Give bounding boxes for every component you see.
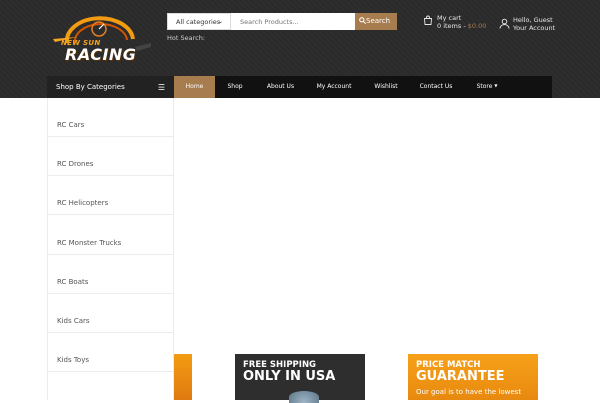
- cart-title: My cart: [437, 14, 462, 22]
- price-match-subtitle: GUARANTEE: [416, 369, 505, 384]
- category-item-kids-toys[interactable]: Kids Toys: [48, 333, 174, 372]
- free-shipping-banner[interactable]: FREE SHIPPING ONLY IN USA: [235, 354, 365, 403]
- site-logo[interactable]: NEW SUN RACING: [47, 13, 153, 65]
- nav-item-home[interactable]: Home: [174, 76, 215, 98]
- shopping-bag-icon: [424, 15, 432, 25]
- category-item-rc-boats[interactable]: RC Boats: [48, 255, 174, 294]
- account-menu[interactable]: Hello, Guest Your Account: [499, 16, 559, 36]
- category-select-label: All categories: [176, 18, 221, 26]
- cart-items-count: 0 items -: [437, 22, 468, 30]
- shop-by-categories-label: Shop By Categories: [56, 83, 125, 91]
- account-greeting: Hello, Guest: [513, 16, 553, 24]
- category-item-rc-helicopters[interactable]: RC Helicopters: [48, 176, 174, 215]
- logo-text-main-b: ING: [102, 45, 137, 64]
- globe-icon: [289, 391, 319, 403]
- category-sidebar: RC Cars RC Drones RC Helicopters RC Mons…: [47, 98, 174, 400]
- hamburger-menu-icon: ☰: [157, 83, 165, 92]
- mini-cart[interactable]: My cart 0 items - $0.00: [423, 14, 488, 34]
- price-match-banner[interactable]: PRICE MATCH GUARANTEE Our goal is to hav…: [408, 354, 538, 400]
- search-icon: [359, 17, 367, 25]
- category-select[interactable]: All categories ⌄: [167, 13, 231, 30]
- category-item-kids-cars[interactable]: Kids Cars: [48, 294, 174, 333]
- category-label: RC Boats: [57, 278, 89, 286]
- nav-item-my-account[interactable]: My Account: [309, 76, 359, 98]
- category-item-rc-drones[interactable]: RC Drones: [48, 137, 174, 176]
- search-input[interactable]: [231, 13, 355, 30]
- category-label: Kids Toys: [57, 356, 90, 364]
- search-button-label: Search: [366, 17, 391, 25]
- category-label: RC Drones: [57, 160, 94, 168]
- price-match-text: Our goal is to have the lowest: [416, 388, 522, 396]
- caret-down-icon: ▼: [494, 83, 498, 88]
- category-item-rc-monster-trucks[interactable]: RC Monster Trucks: [48, 216, 174, 255]
- cart-summary: 0 items - $0.00: [437, 22, 486, 30]
- nav-item-contact-us[interactable]: Contact Us: [413, 76, 459, 98]
- nav-item-wishlist[interactable]: Wishlist: [365, 76, 407, 98]
- free-shipping-subtitle: ONLY IN USA: [243, 369, 336, 384]
- hot-search-label: Hot Search:: [167, 34, 206, 42]
- category-label: Kids Cars: [57, 317, 90, 325]
- nav-item-about-us[interactable]: About Us: [258, 76, 303, 98]
- cart-amount: $0.00: [467, 22, 487, 30]
- category-label: RC Monster Trucks: [57, 239, 122, 247]
- promo-banner-left[interactable]: [174, 354, 192, 400]
- category-item-rc-cars[interactable]: RC Cars: [48, 98, 174, 137]
- your-account-link[interactable]: Your Account: [513, 24, 555, 32]
- category-label: RC Helicopters: [57, 199, 109, 207]
- logo-text-main: RACING: [65, 45, 136, 64]
- user-icon: [499, 18, 510, 29]
- search-button[interactable]: Search: [355, 13, 397, 30]
- nav-item-store-label: Store: [476, 83, 493, 90]
- nav-item-shop[interactable]: Shop: [215, 76, 255, 98]
- chevron-down-icon: ⌄: [217, 18, 223, 25]
- shop-by-categories-toggle[interactable]: Shop By Categories ☰: [47, 76, 174, 98]
- category-label: RC Cars: [57, 121, 85, 129]
- nav-item-store[interactable]: Store ▼: [467, 76, 507, 98]
- logo-text-main-a: RAC: [65, 45, 103, 64]
